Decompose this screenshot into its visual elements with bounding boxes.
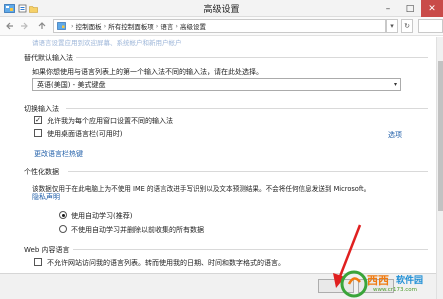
desktop-language-bar-checkbox[interactable]: [34, 129, 42, 137]
switch-input-heading: 切换输入法: [24, 105, 59, 113]
privacy-statement-link[interactable]: 隐私声明: [32, 192, 60, 202]
watermark-text: 西西: [367, 274, 389, 287]
watermark-logo: [340, 270, 368, 298]
refresh-button[interactable]: ↻: [401, 19, 413, 33]
override-input-description: 如果你想使用与语言列表上的第一个输入法不同的输入法，请在此处选择。: [32, 68, 263, 76]
arrow-right-icon[interactable]: [18, 20, 30, 32]
scrollbar-thumb[interactable]: [438, 61, 443, 211]
navigation-bar: › 控制面板 › 所有控制面板项 › 语言 › 高级设置 ▾ ↻: [0, 17, 443, 36]
breadcrumb-item[interactable]: 控制面板: [76, 21, 102, 31]
desktop-language-bar-label: 使用桌面语言栏(可用时): [47, 130, 123, 138]
breadcrumb-separator: ›: [71, 22, 74, 30]
input-method-select[interactable]: 英语(美国) - 美式键盘 ▾: [32, 78, 401, 91]
breadcrumb-item[interactable]: 语言: [160, 21, 173, 31]
section-divider: [68, 171, 428, 172]
auto-learning-label: 使用自动学习(推荐): [71, 212, 133, 220]
section-divider: [76, 57, 428, 58]
address-bar[interactable]: › 控制面板 › 所有控制面板项 › 语言 › 高级设置: [53, 19, 386, 33]
input-method-selected-value: 英语(美国) - 美式键盘: [37, 80, 106, 89]
address-dropdown-button[interactable]: ▾: [386, 19, 398, 33]
section-divider: [66, 108, 428, 109]
override-input-heading: 替代默认输入法: [24, 54, 73, 62]
personalization-description: 该数据仅用于在此电脑上为不使用 IME 的语言改进手写识别以及文本预测结果。不会…: [32, 185, 371, 193]
breadcrumb-separator: ›: [103, 22, 107, 30]
breadcrumb-separator: ›: [155, 22, 159, 30]
auto-learning-radio[interactable]: [59, 211, 67, 219]
web-content-checkbox[interactable]: [34, 258, 42, 266]
breadcrumb-item[interactable]: 高级设置: [180, 21, 206, 31]
breadcrumb-item[interactable]: 所有控制面板项: [108, 21, 154, 31]
search-input[interactable]: [418, 19, 443, 33]
web-content-label: 不允许网站访问我的语言列表。转而使用我的日期、时间和数字格式的语言。: [47, 259, 285, 267]
section-divider: [73, 249, 428, 250]
apply-settings-link[interactable]: 请语言设置应用到欢迎屏幕、系统帐户和新用户帐户: [32, 37, 182, 47]
close-button[interactable]: ✕: [421, 0, 443, 17]
personalization-heading: 个性化数据: [24, 168, 59, 176]
change-hotkeys-link[interactable]: 更改语言栏热键: [34, 149, 83, 159]
per-app-input-checkbox[interactable]: ✓: [34, 116, 42, 124]
advanced-settings-content: 请语言设置应用到欢迎屏幕、系统帐户和新用户帐户 替代默认输入法 如果你想使用与语…: [0, 37, 436, 299]
web-content-heading: Web 内容语言: [24, 246, 70, 254]
breadcrumb-separator: ›: [175, 22, 178, 30]
control-panel-icon: [57, 22, 66, 30]
watermark-text-sub: 软件园: [396, 276, 424, 286]
vertical-scrollbar[interactable]: [436, 37, 443, 299]
maximize-button[interactable]: □: [399, 0, 421, 17]
minimize-button[interactable]: –: [377, 0, 399, 17]
language-bar-options-link[interactable]: 选项: [388, 130, 402, 140]
title-bar: 高级设置 – □ ✕: [0, 0, 443, 17]
radio-selected-dot: [61, 213, 65, 217]
per-app-input-label: 允许我为每个应用窗口设置不同的输入法: [47, 117, 173, 125]
no-auto-learning-radio[interactable]: [59, 225, 67, 233]
arrow-up-icon[interactable]: [36, 20, 48, 32]
no-auto-learning-label: 不使用自动学习并删除以前收集的所有数据: [71, 226, 204, 234]
arrow-left-icon[interactable]: [4, 20, 16, 32]
chevron-down-icon: ▾: [393, 81, 397, 88]
watermark-url: www.cr173.com: [373, 287, 418, 293]
